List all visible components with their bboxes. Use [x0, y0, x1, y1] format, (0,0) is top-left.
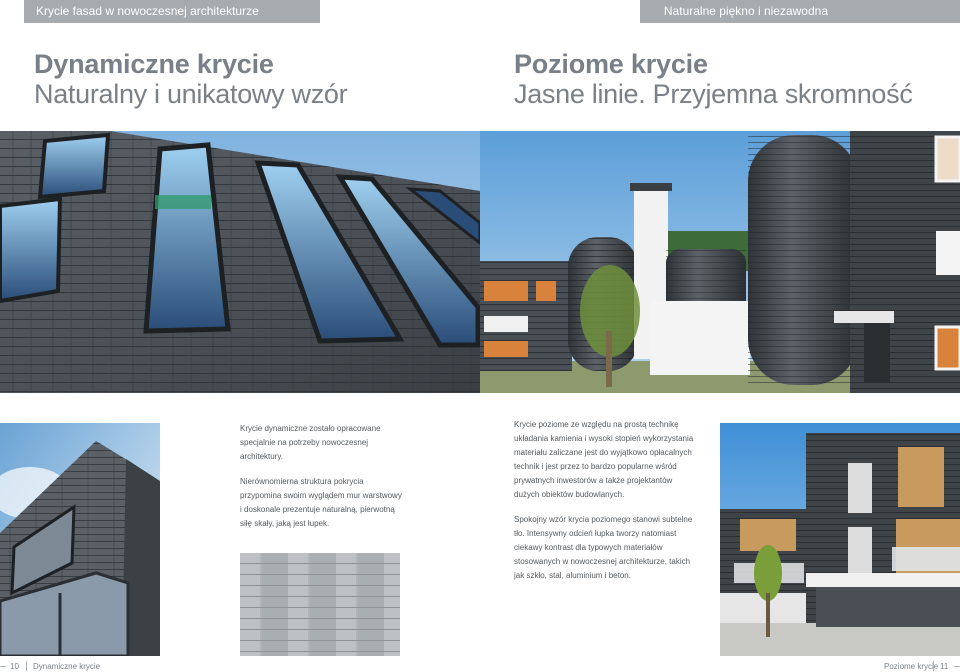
photo-slate-texture-sample — [240, 553, 400, 656]
left-paragraph-1: Krycie dynamiczne zostało opracowane spe… — [240, 424, 381, 461]
right-paragraph-1: Krycie poziome ze względu na prostą tech… — [514, 420, 694, 499]
photo-horizontal-slate-buildings — [480, 131, 960, 393]
right-subtitle: Jasne linie. Przyjemna skromność — [514, 79, 913, 109]
left-body-text: Krycie dynamiczne zostało opracowane spe… — [240, 422, 405, 542]
top-bar-right-label: Naturalne piękno i niezawodna ochrona — [663, 4, 828, 41]
footer-rule-left — [0, 666, 6, 667]
footer-separator-left — [26, 661, 27, 671]
right-paragraph-2: Spokojny wzór krycia poziomego stanowi s… — [514, 515, 693, 580]
photo-slate-building-corner — [0, 423, 160, 656]
right-page-number: 11 — [940, 662, 949, 671]
right-heading: Poziome krycie Jasne linie. Przyjemna sk… — [514, 49, 913, 110]
photo-modern-houses — [720, 423, 960, 656]
footer-separator-right — [933, 661, 934, 671]
left-paragraph-2: Nierównomierna struktura pokrycia przypo… — [240, 477, 402, 528]
footer-rule-right — [954, 666, 960, 667]
photo-dynamic-slate-facade — [0, 131, 480, 393]
left-heading: Dynamiczne krycie Naturalny i unikatowy … — [34, 49, 348, 110]
left-subtitle: Naturalny i unikatowy wzór — [34, 79, 348, 109]
left-page-number: 10 — [10, 662, 19, 671]
page-footer: 10 Dynamiczne krycie Poziome krycie 11 — [0, 660, 960, 672]
right-footer-label: Poziome krycie — [884, 662, 939, 671]
top-bar-right: Naturalne piękno i niezawodna ochrona — [640, 0, 960, 41]
top-bar-left-label: Krycie fasad w nowoczesnej architekturze — [36, 4, 259, 18]
top-bar-left: Krycie fasad w nowoczesnej architekturze — [24, 0, 320, 23]
right-body-text: Krycie poziome ze względu na prostą tech… — [514, 418, 694, 594]
right-title: Poziome krycie — [514, 49, 708, 79]
left-footer-label: Dynamiczne krycie — [33, 662, 101, 671]
left-title: Dynamiczne krycie — [34, 49, 274, 79]
